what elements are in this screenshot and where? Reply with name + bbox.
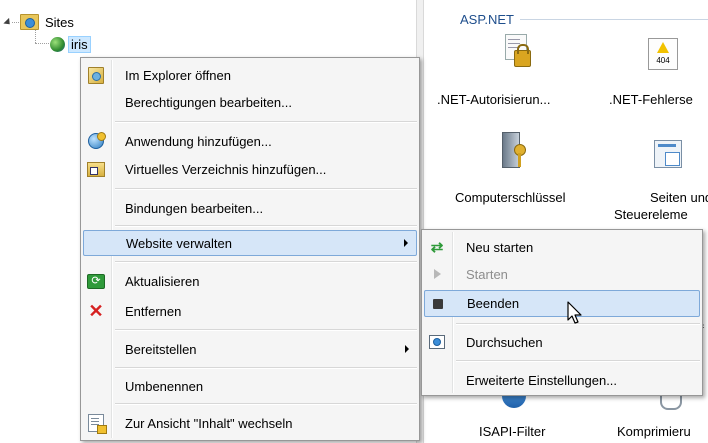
menu-separator <box>115 188 417 190</box>
restart-icon: ⇄ <box>430 239 444 256</box>
site-context-menu: Im Explorer öffnen Berechtigungen bearbe… <box>80 57 420 441</box>
content-view-icon <box>87 414 107 434</box>
tree-line <box>35 29 37 43</box>
compression-icon <box>660 394 682 410</box>
menu-separator <box>115 403 417 405</box>
menu-item-manage-website[interactable]: Website verwalten <box>83 230 417 256</box>
submenu-arrow-icon <box>405 345 409 353</box>
add-virtual-directory-icon <box>87 160 105 178</box>
tree-node-site-iris[interactable]: iris <box>50 35 91 53</box>
submenu-item-restart[interactable]: ⇄ Neu starten <box>424 233 700 261</box>
submenu-item-stop[interactable]: Beenden <box>424 290 700 317</box>
menu-item-edit-bindings[interactable]: Bindungen bearbeiten... <box>83 194 417 222</box>
start-icon <box>428 265 446 283</box>
menu-item-deploy[interactable]: Bereitstellen <box>83 336 417 362</box>
feature-label-net-errors[interactable]: .NET-Fehlerse <box>609 92 693 107</box>
group-divider <box>519 19 708 20</box>
add-application-icon <box>87 132 106 150</box>
tree-label-iris: iris <box>68 35 91 53</box>
group-title: ASP.NET <box>460 12 514 27</box>
menu-separator <box>115 121 417 123</box>
menu-separator <box>115 225 417 227</box>
feature-label-isapi-filter[interactable]: ISAPI-Filter <box>479 424 545 439</box>
remove-icon: ✕ <box>88 300 104 321</box>
group-header-aspnet: ASP.NET <box>460 12 708 27</box>
collapse-arrow-icon[interactable] <box>3 17 13 27</box>
sites-folder-icon <box>20 14 39 30</box>
pages-controls-icon <box>654 140 682 168</box>
menu-item-refresh[interactable]: ⟳ Aktualisieren <box>83 268 417 294</box>
feature-label-pages-controls[interactable]: Seiten und <box>650 190 708 205</box>
error-404-icon: 404 <box>648 38 678 70</box>
refresh-icon: ⟳ <box>87 272 105 290</box>
menu-item-edit-permissions[interactable]: Berechtigungen bearbeiten... <box>83 89 417 115</box>
menu-item-add-virtual-directory[interactable]: Virtuelles Verzeichnis hinzufügen... <box>83 156 417 182</box>
tree-label-sites: Sites <box>45 14 74 30</box>
menu-separator <box>115 329 417 331</box>
menu-item-rename[interactable]: Umbenennen <box>83 372 417 400</box>
submenu-item-start[interactable]: Starten <box>424 261 700 287</box>
globe-icon <box>50 36 65 52</box>
explorer-icon <box>87 66 105 84</box>
feature-label-pages-controls-line2: Steuereleme <box>614 207 688 222</box>
feature-label-machine-key[interactable]: Computerschlüssel <box>455 190 566 205</box>
menu-item-open-in-explorer[interactable]: Im Explorer öffnen <box>83 61 417 89</box>
menu-separator <box>115 261 417 263</box>
menu-item-switch-to-content-view[interactable]: Zur Ansicht "Inhalt" wechseln <box>83 409 417 437</box>
submenu-arrow-icon <box>404 239 408 247</box>
menu-item-add-application[interactable]: Anwendung hinzufügen... <box>83 128 417 154</box>
stop-icon <box>429 295 447 313</box>
submenu-item-browse[interactable]: Durchsuchen <box>424 328 700 356</box>
server-key-icon <box>500 132 530 172</box>
manage-website-submenu: ⇄ Neu starten Starten Beenden Durchsuche… <box>421 229 703 396</box>
menu-item-remove[interactable]: ✕ Entfernen <box>83 298 417 324</box>
tree-line <box>35 43 49 45</box>
browse-icon <box>428 333 446 351</box>
lock-document-icon <box>505 34 531 68</box>
mouse-cursor-icon <box>567 301 582 324</box>
feature-label-compression[interactable]: Komprimieru <box>617 424 691 439</box>
submenu-item-advanced-settings[interactable]: Erweiterte Einstellungen... <box>424 366 700 394</box>
menu-separator <box>456 360 700 362</box>
tree-node-sites[interactable]: Sites <box>3 13 76 31</box>
feature-label-net-authorization[interactable]: .NET-Autorisierun... <box>437 92 567 107</box>
menu-separator <box>115 367 417 369</box>
